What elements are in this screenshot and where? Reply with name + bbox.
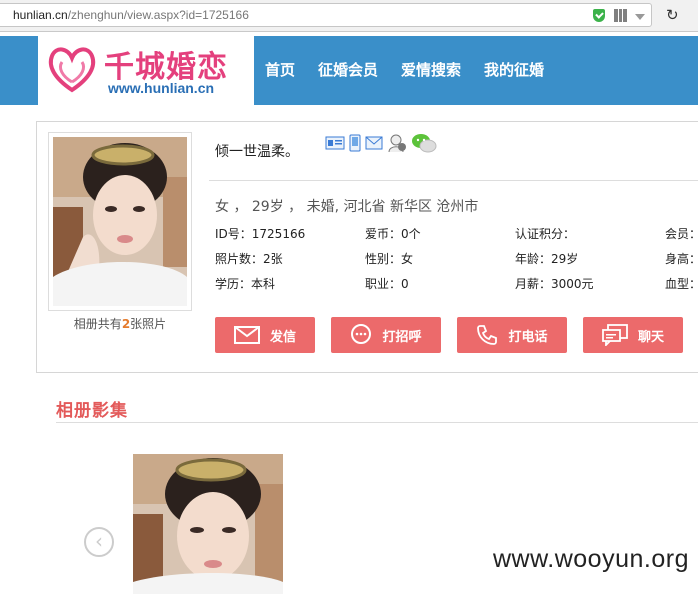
id-card-icon — [325, 136, 345, 150]
nickname: 倾一世温柔。 — [215, 144, 299, 160]
profile-summary: 女 ， 29岁 ， 未婚, 河北省 新华区 沧州市 — [215, 199, 479, 215]
security-shield-icon[interactable] — [593, 9, 605, 22]
reload-icon[interactable]: ↻ — [666, 6, 679, 24]
nav-my-profile[interactable]: 我的征婚 — [484, 36, 544, 105]
address-bar[interactable]: hunlian.cn/zhenghun/view.aspx?id=1725166 — [0, 3, 652, 27]
logo-url: www.hunlian.cn — [108, 80, 215, 96]
chat-button[interactable]: 聊天 — [583, 317, 683, 353]
detail-item: ID号：1725166 — [215, 227, 306, 241]
wechat-icon — [412, 134, 437, 153]
profile-card: 相册共有2张照片 倾一世温柔。 女 ， 29岁 ， 未婚, 河北省 新华区 沧州… — [36, 121, 698, 373]
detail-item: 学历：本科 — [215, 277, 276, 291]
send-letter-button[interactable]: 发信 — [215, 317, 315, 353]
detail-item: 年龄：29岁 — [515, 252, 579, 266]
envelope-icon — [233, 326, 260, 344]
butterfly-heart-icon — [48, 47, 96, 93]
nav-home[interactable]: 首页 — [265, 36, 295, 105]
profile-photo-frame[interactable] — [48, 132, 192, 311]
section-divider — [56, 422, 698, 423]
detail-item: 爱币：0个 — [365, 227, 421, 241]
chat-window-icon — [602, 324, 628, 346]
address-text[interactable]: hunlian.cn/zhenghun/view.aspx?id=1725166 — [13, 8, 249, 22]
chat-bubble-icon — [351, 324, 372, 344]
watermark: www.wooyun.org — [493, 545, 689, 573]
browser-toolbar: hunlian.cn/zhenghun/view.aspx?id=1725166… — [0, 0, 698, 32]
phone-icon — [477, 325, 498, 345]
album-count: 相册共有2张照片 — [73, 317, 167, 331]
nav-search[interactable]: 爱情搜索 — [401, 36, 461, 105]
album-photo[interactable] — [133, 454, 283, 594]
site-logo[interactable]: 千城婚恋 www.hunlian.cn — [38, 36, 254, 105]
detail-item: 职业：0 — [365, 277, 409, 291]
detail-item: 照片数：2张 — [215, 252, 283, 266]
previous-arrow-icon[interactable]: ‹ — [84, 527, 114, 557]
nav-members[interactable]: 征婚会员 — [318, 36, 378, 105]
verification-icons — [325, 132, 437, 154]
profile-photo[interactable] — [53, 137, 187, 306]
call-button[interactable]: 打电话 — [457, 317, 567, 353]
divider — [209, 180, 698, 181]
dropdown-arrow-icon[interactable] — [635, 14, 645, 20]
album-section-title: 相册影集 — [56, 401, 128, 421]
detail-item: 身高： — [665, 252, 698, 266]
email-icon — [365, 136, 383, 150]
qr-code-icon[interactable] — [614, 9, 627, 22]
detail-item: 性别：女 — [365, 252, 414, 266]
detail-item: 认证积分： — [515, 227, 576, 241]
greet-button[interactable]: 打招呼 — [331, 317, 441, 353]
detail-item: 会员： — [665, 227, 698, 241]
mobile-phone-icon — [349, 134, 361, 152]
main-nav: 首页 征婚会员 爱情搜索 我的征婚 — [265, 36, 567, 105]
user-verify-icon — [388, 134, 406, 153]
detail-item: 月薪：3000元 — [515, 277, 594, 291]
detail-item: 血型： — [665, 277, 698, 291]
